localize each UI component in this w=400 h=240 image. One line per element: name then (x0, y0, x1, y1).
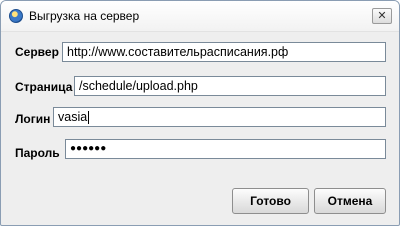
text-caret (88, 111, 90, 125)
page-field[interactable]: /schedule/upload.php (74, 76, 386, 96)
upload-dialog: Выгрузка на сервер ✕ Сервер http://www.с… (0, 0, 400, 226)
login-field[interactable]: vasia (53, 107, 386, 127)
app-globe-icon (9, 9, 23, 23)
dialog-title: Выгрузка на сервер (29, 9, 140, 23)
page-value: /schedule/upload.php (79, 79, 198, 93)
ok-button[interactable]: Готово (232, 188, 309, 214)
server-label: Сервер (15, 45, 59, 59)
password-label: Пароль (15, 146, 60, 160)
login-value: vasia (58, 110, 88, 124)
close-button[interactable]: ✕ (372, 8, 392, 24)
title-bar[interactable]: Выгрузка на сервер ✕ (1, 1, 399, 32)
login-label: Логин (15, 112, 51, 126)
cancel-button[interactable]: Отмена (314, 188, 386, 214)
password-value: ●●●●●● (70, 143, 107, 154)
server-field[interactable]: http://www.составительрасписания.рф (62, 42, 386, 62)
server-value: http://www.составительрасписания.рф (67, 45, 289, 59)
close-icon: ✕ (377, 10, 387, 22)
password-field[interactable]: ●●●●●● (65, 139, 386, 159)
page-label: Страница (15, 80, 73, 94)
